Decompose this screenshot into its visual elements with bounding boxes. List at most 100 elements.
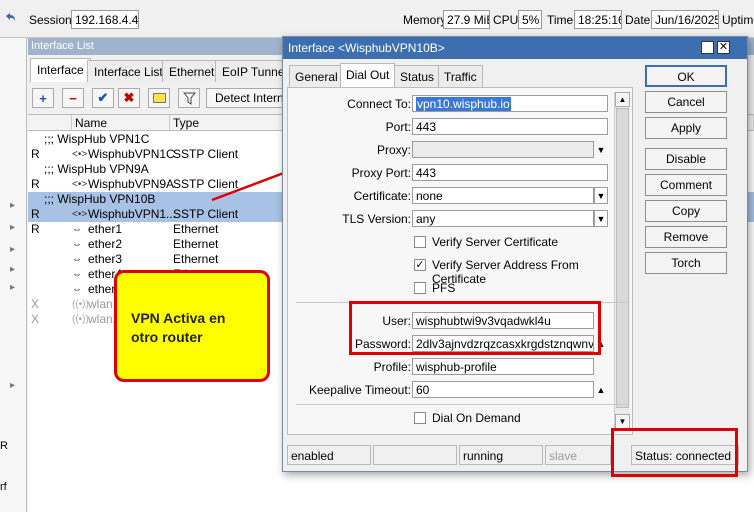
uptime-label: Uptime: [722, 13, 754, 27]
proxy-input[interactable]: [412, 141, 594, 158]
connect-to-label: Connect To:: [347, 97, 411, 111]
cpu-value: 5%: [518, 10, 542, 29]
tab-traffic[interactable]: Traffic: [438, 65, 483, 87]
proxy-port-input[interactable]: 443: [412, 164, 608, 181]
row-flag: X: [31, 312, 40, 326]
row-flag: R: [31, 222, 40, 236]
connect-to-value: vpn10.wisphub.io: [416, 97, 511, 111]
column-header-name[interactable]: Name: [72, 115, 170, 131]
tls-version-label: TLS Version:: [342, 212, 411, 226]
remove-button[interactable]: −: [62, 88, 84, 108]
session-field[interactable]: 192.168.4.48: [71, 10, 139, 29]
torch-button[interactable]: Torch: [645, 252, 727, 274]
disable-button[interactable]: Disable: [645, 148, 727, 170]
ethernet-icon: ⇔: [72, 269, 82, 280]
verify-server-addr-checkbox[interactable]: ✓: [414, 259, 426, 271]
dropdown-arrow-icon[interactable]: ▼: [594, 210, 608, 227]
certificate-select[interactable]: none: [412, 187, 594, 204]
status-slave: slave: [545, 445, 611, 465]
sidebar-text: rf: [0, 481, 7, 493]
disable-button[interactable]: ✖: [118, 88, 140, 108]
tab-interface[interactable]: Interface: [30, 58, 91, 82]
row-comment: ;;; WispHub VPN10B: [44, 192, 156, 206]
tab-interface-list[interactable]: Interface List: [87, 60, 170, 82]
enable-button[interactable]: ✔: [92, 88, 114, 108]
undo-icon[interactable]: [4, 12, 16, 24]
tab-ethernet[interactable]: Ethernet: [162, 60, 222, 82]
profile-label: Profile:: [373, 360, 411, 374]
submenu-arrow-icon: ▸: [10, 244, 16, 255]
restore-icon[interactable]: [701, 41, 714, 54]
row-type: Ethernet: [173, 252, 219, 266]
remove-button[interactable]: Remove: [645, 226, 727, 248]
annotation-highlight-credentials: [349, 301, 601, 355]
dropdown-arrow-icon[interactable]: ▼: [594, 141, 608, 158]
dialog-title: Interface <WisphubVPN10B>: [283, 37, 747, 59]
close-icon[interactable]: ✕: [717, 41, 730, 54]
ethernet-icon: ⇔: [72, 284, 82, 295]
ethernet-icon: ⇔: [72, 239, 82, 250]
collapse-arrow-icon[interactable]: ▲: [594, 381, 608, 398]
copy-button[interactable]: Copy: [645, 200, 727, 222]
certificate-label: Certificate:: [353, 189, 411, 203]
left-sidebar: ▸ ▸ ▸ ▸ ▸ ▸ R rf: [0, 38, 27, 512]
dial-on-demand-label: Dial On Demand: [432, 411, 521, 425]
callout-line: VPN Activa en: [131, 310, 226, 326]
status-empty: [373, 445, 457, 465]
filter-icon: [182, 92, 196, 105]
interface-dialog: Interface <WisphubVPN10B> ✕ General Dial…: [282, 36, 748, 472]
verify-server-cert-checkbox[interactable]: [414, 236, 426, 248]
memory-value: 27.9 MiB: [443, 10, 490, 29]
session-label: Session:: [29, 13, 76, 27]
add-button[interactable]: +: [32, 88, 54, 108]
cancel-button[interactable]: Cancel: [645, 91, 727, 113]
row-flag: R: [31, 147, 40, 161]
row-flag: R: [31, 177, 40, 191]
date-value: Jun/16/2025: [651, 10, 719, 29]
submenu-arrow-icon: ▸: [10, 264, 16, 275]
tab-dial-out[interactable]: Dial Out: [340, 63, 396, 87]
tab-general[interactable]: General: [289, 65, 344, 87]
annotation-highlight-status: [611, 428, 738, 477]
sidebar-text: R: [0, 440, 8, 452]
row-type: Ethernet: [173, 222, 219, 236]
scroll-down-icon[interactable]: ▼: [615, 414, 630, 429]
profile-select[interactable]: wisphub-profile: [412, 358, 594, 375]
row-name: ether3: [88, 252, 123, 266]
wireless-icon: ((•)): [72, 314, 89, 325]
ethernet-icon: ⇔: [72, 224, 82, 235]
row-name: ether2: [88, 237, 123, 251]
dial-on-demand-checkbox[interactable]: [414, 412, 426, 424]
divider: [296, 404, 626, 405]
status-running: running: [459, 445, 543, 465]
comment-button[interactable]: [148, 88, 170, 108]
filter-button[interactable]: [178, 88, 200, 108]
callout-line: otro router: [131, 329, 203, 345]
ok-button[interactable]: OK: [645, 65, 727, 87]
proxy-port-label: Proxy Port:: [351, 166, 411, 180]
apply-button[interactable]: Apply: [645, 117, 727, 139]
row-type: SSTP Client: [173, 207, 239, 221]
tls-version-select[interactable]: any: [412, 210, 594, 227]
pfs-checkbox[interactable]: [414, 282, 426, 294]
row-name: WisphubVPN1...: [88, 207, 177, 221]
keepalive-input[interactable]: 60: [412, 381, 594, 398]
tab-status[interactable]: Status: [394, 65, 441, 87]
comment-button[interactable]: Comment: [645, 174, 727, 196]
column-header-flags[interactable]: [28, 115, 72, 131]
dropdown-arrow-icon[interactable]: ▼: [594, 187, 608, 204]
row-comment: ;;; WispHub VPN9A: [44, 162, 149, 176]
row-name: WisphubVPN9A: [88, 177, 175, 191]
verify-server-addr-label: Verify Server Address From Certificate: [432, 258, 579, 286]
row-flag: R: [31, 207, 40, 221]
scroll-up-icon[interactable]: ▲: [615, 92, 630, 107]
row-comment: ;;; WispHub VPN1C: [44, 132, 150, 146]
time-value: 18:25:16: [574, 10, 622, 29]
vpn-icon: <•>: [72, 149, 88, 160]
submenu-arrow-icon: ▸: [10, 200, 16, 211]
port-input[interactable]: 443: [412, 118, 608, 135]
row-type: SSTP Client: [173, 147, 239, 161]
connect-to-input[interactable]: vpn10.wisphub.io: [412, 95, 608, 112]
pfs-label: PFS: [432, 281, 456, 295]
row-name: ether1: [88, 222, 123, 236]
